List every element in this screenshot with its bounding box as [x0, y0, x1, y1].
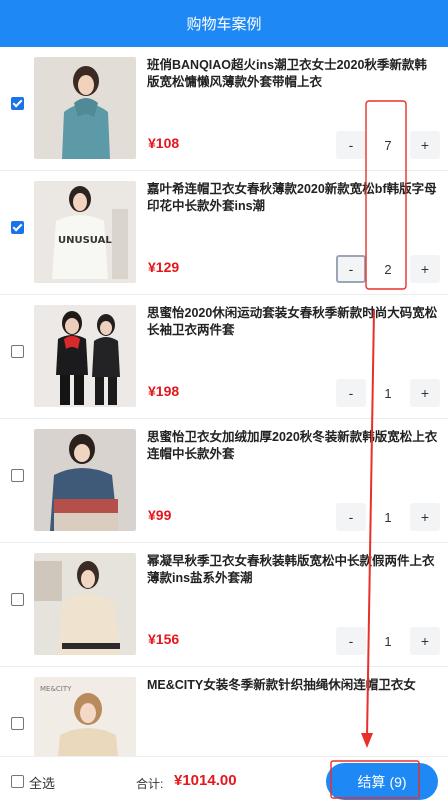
qty-minus-button[interactable]: -: [336, 503, 366, 531]
list-item: 幂凝早秋季卫衣女春秋装韩版宽松中长款假两件上衣薄款ins盐系外套潮 ¥156 -…: [0, 543, 448, 667]
product-image: ME&CITY: [34, 677, 136, 756]
product-image: [34, 553, 136, 655]
product-price: ¥198: [148, 383, 180, 399]
qty-plus-button[interactable]: +: [410, 627, 440, 655]
item-checkbox[interactable]: [11, 717, 24, 730]
list-item: 思蜜怡卫衣女加绒加厚2020秋冬装新款韩版宽松上衣连帽中长款外套 ¥99 - 1…: [0, 419, 448, 543]
svg-text:ME&CITY: ME&CITY: [40, 685, 72, 693]
quantity-stepper: - 1 +: [336, 379, 440, 407]
product-image: UNUSUAL: [34, 181, 136, 283]
quantity-stepper: - 7 +: [336, 131, 440, 159]
select-all-checkbox[interactable]: [11, 775, 24, 788]
product-image: [34, 57, 136, 159]
qty-minus-button[interactable]: -: [336, 131, 366, 159]
total-label: 合计:: [136, 777, 164, 791]
qty-value: 1: [384, 633, 392, 649]
product-title[interactable]: 思蜜怡2020休闲运动套装女春秋季新款时尚大码宽松长袖卫衣两件套: [147, 305, 439, 339]
product-price: ¥99: [148, 507, 172, 523]
product-title[interactable]: 班俏BANQIAO超火ins潮卫衣女士2020秋季新款韩版宽松慵懒风薄款外套带帽…: [147, 57, 439, 91]
checkout-button[interactable]: 结算 (9): [326, 763, 438, 800]
product-title[interactable]: 思蜜怡卫衣女加绒加厚2020秋冬装新款韩版宽松上衣连帽中长款外套: [147, 429, 439, 463]
list-item: 思蜜怡2020休闲运动套装女春秋季新款时尚大码宽松长袖卫衣两件套 ¥198 - …: [0, 295, 448, 419]
qty-plus-button[interactable]: +: [410, 503, 440, 531]
svg-text:UNUSUAL: UNUSUAL: [58, 235, 112, 246]
item-checkbox[interactable]: [11, 345, 24, 358]
product-title[interactable]: 嘉叶希连帽卫衣女春秋薄款2020新款宽松bf韩版字母印花中长款外套ins潮: [147, 181, 439, 215]
qty-minus-button[interactable]: -: [336, 627, 366, 655]
qty-minus-button[interactable]: -: [336, 255, 366, 283]
qty-plus-button[interactable]: +: [410, 131, 440, 159]
product-price: ¥108: [148, 135, 180, 151]
product-image: [34, 305, 136, 407]
product-title[interactable]: 幂凝早秋季卫衣女春秋装韩版宽松中长款假两件上衣薄款ins盐系外套潮: [147, 553, 439, 587]
qty-plus-button[interactable]: +: [410, 379, 440, 407]
product-price: ¥156: [148, 631, 180, 647]
qty-value: 1: [384, 385, 392, 401]
qty-value: 2: [384, 261, 392, 277]
list-item: UNUSUAL 嘉叶希连帽卫衣女春秋薄款2020新款宽松bf韩版字母印花中长款外…: [0, 171, 448, 295]
cart-footer: 全选 合计: ¥1014.00 结算 (9): [0, 756, 448, 806]
list-item: 班俏BANQIAO超火ins潮卫衣女士2020秋季新款韩版宽松慵懒风薄款外套带帽…: [0, 47, 448, 171]
product-price: ¥129: [148, 259, 180, 275]
quantity-stepper: - 1 +: [336, 627, 440, 655]
qty-minus-button[interactable]: -: [336, 379, 366, 407]
list-item: ME&CITY ME&CITY女装冬季新款针织抽绳休闲连帽卫衣女: [0, 667, 448, 756]
item-checkbox[interactable]: [11, 593, 24, 606]
checkout-label: 结算: [357, 773, 386, 790]
qty-value: 7: [384, 137, 392, 153]
app-header: 购物车案例: [0, 0, 448, 47]
total-price: ¥1014.00: [174, 772, 237, 789]
checkout-count: (9): [389, 773, 407, 790]
page-title: 购物车案例: [186, 16, 262, 33]
cart-list: 班俏BANQIAO超火ins潮卫衣女士2020秋季新款韩版宽松慵懒风薄款外套带帽…: [0, 47, 448, 756]
product-image: [34, 429, 136, 531]
qty-plus-button[interactable]: +: [410, 255, 440, 283]
qty-value: 1: [384, 509, 392, 525]
product-title[interactable]: ME&CITY女装冬季新款针织抽绳休闲连帽卫衣女: [147, 677, 439, 694]
item-checkbox[interactable]: [11, 469, 24, 482]
select-all-label[interactable]: 全选: [29, 773, 55, 792]
item-checkbox[interactable]: [11, 221, 24, 234]
item-checkbox[interactable]: [11, 97, 24, 110]
quantity-stepper: - 1 +: [336, 503, 440, 531]
quantity-stepper: - 2 +: [336, 255, 440, 283]
